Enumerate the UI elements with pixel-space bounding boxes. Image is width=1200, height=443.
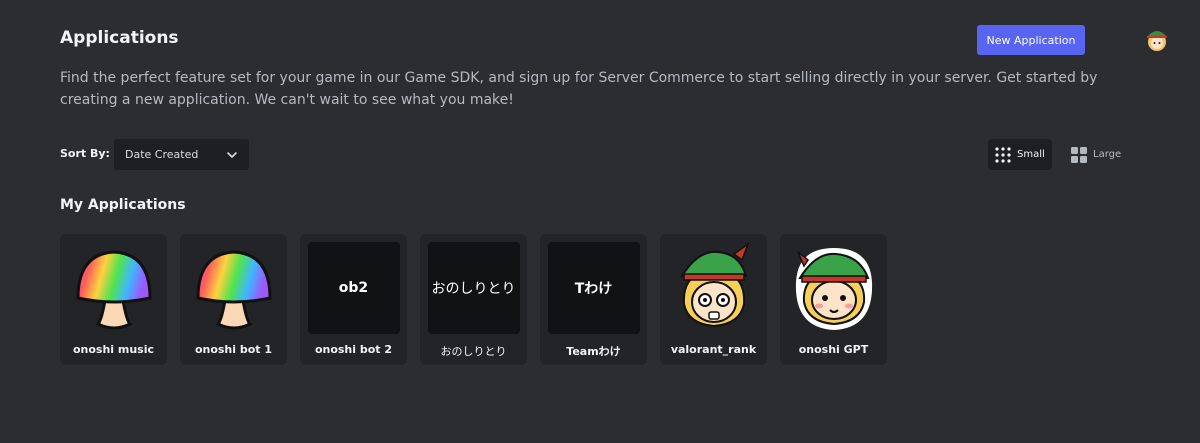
app-card-onoshi-music[interactable]: onoshi music [60, 234, 167, 365]
sort-by-label: Sort By: [60, 147, 110, 160]
size-large-label: Large [1093, 149, 1122, 160]
app-icon-text: Tわけ [574, 281, 613, 297]
rainbow-mushroom-icon [188, 242, 280, 334]
large-grid-icon [1071, 146, 1087, 163]
chevron-down-icon [227, 151, 237, 158]
blonde-girl-green-hat-sticker-icon [788, 242, 880, 334]
app-name: onoshi GPT [798, 343, 869, 356]
app-icon-text: おのしりとり [431, 281, 516, 297]
app-name: onoshi bot 1 [194, 343, 273, 356]
app-name: おのしりとり [440, 345, 507, 358]
app-name: onoshi bot 2 [314, 343, 393, 356]
app-name: onoshi music [72, 343, 155, 356]
app-card-team-wake[interactable]: Tわけ Teamわけ [540, 234, 647, 365]
app-card-onoshi-bot-1[interactable]: onoshi bot 1 [180, 234, 287, 365]
text-placeholder-icon: おのしりとり [427, 242, 520, 334]
new-application-button[interactable]: New Application [977, 25, 1085, 55]
size-large-button[interactable]: Large [1064, 139, 1130, 170]
my-applications-heading: My Applications [60, 197, 186, 213]
app-card-onoshiritori[interactable]: おのしりとり おのしりとり [420, 234, 527, 365]
app-icon-text: ob2 [338, 280, 369, 296]
page-description: Find the perfect feature set for your ga… [60, 70, 1098, 108]
application-grid: onoshi music onoshi bot 1 ob2 onoshi bot [60, 234, 887, 365]
sort-select-value: Date Created [125, 148, 199, 161]
page-title: Applications [60, 28, 179, 48]
avatar[interactable] [1141, 23, 1173, 55]
text-placeholder-icon: Tわけ [547, 242, 640, 334]
size-small-button[interactable]: Small [988, 139, 1052, 170]
rainbow-mushroom-icon [68, 242, 160, 334]
app-name: Teamわけ [566, 345, 621, 358]
app-card-onoshi-bot-2[interactable]: ob2 onoshi bot 2 [300, 234, 407, 365]
app-card-onoshi-gpt[interactable]: onoshi GPT [780, 234, 887, 365]
user-avatar-icon [1147, 31, 1167, 51]
app-name: valorant_rank [670, 343, 757, 356]
text-placeholder-icon: ob2 [307, 242, 400, 334]
app-card-valorant-rank[interactable]: valorant_rank [660, 234, 767, 365]
blonde-girl-green-hat-icon [668, 242, 760, 334]
sort-select[interactable]: Date Created [114, 139, 249, 170]
small-grid-icon [995, 146, 1011, 163]
size-small-label: Small [1017, 149, 1045, 160]
